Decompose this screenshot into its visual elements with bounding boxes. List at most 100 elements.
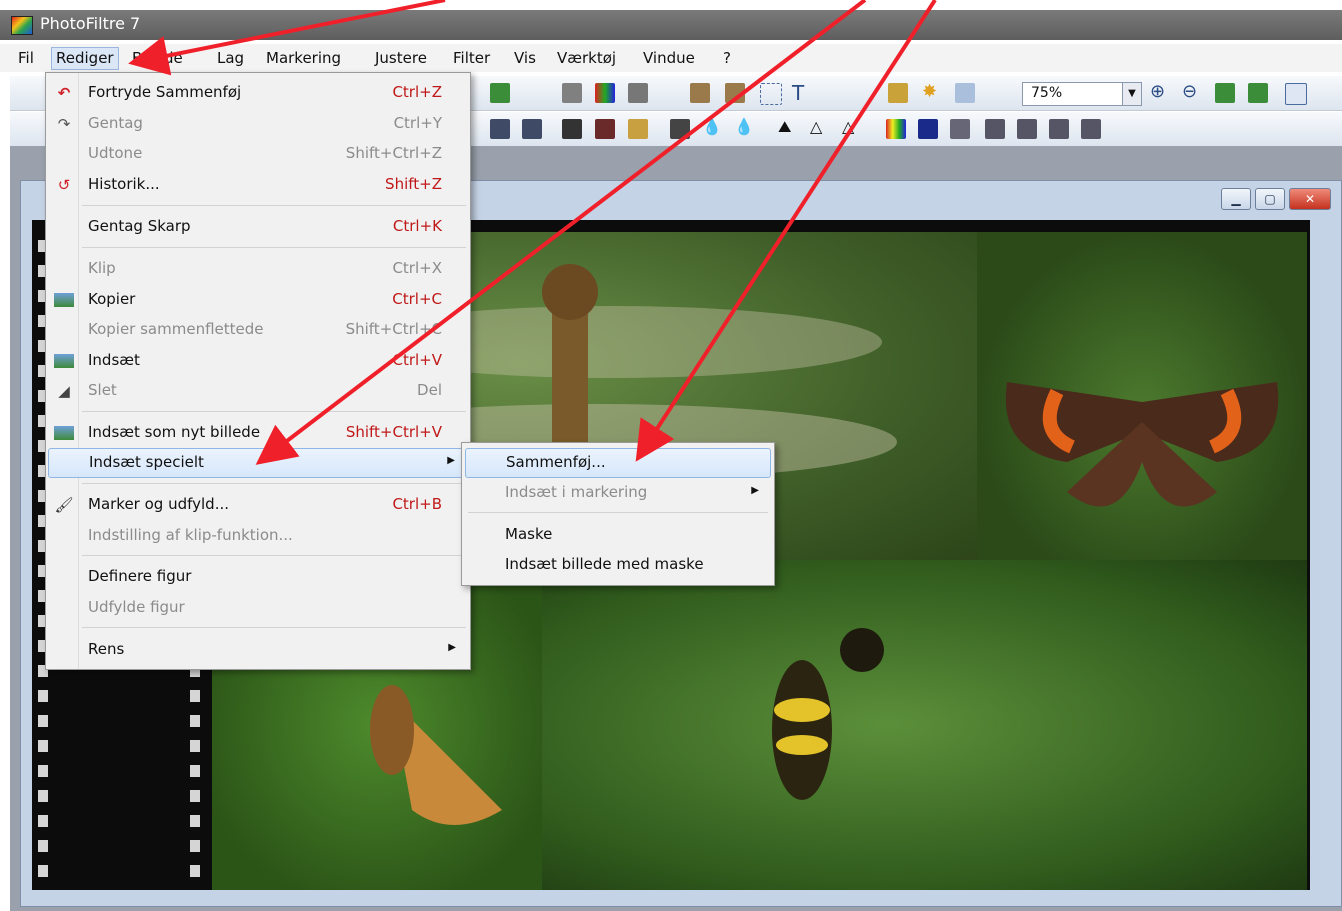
menu-rediger[interactable]: Rediger [51,47,119,70]
film-hole [190,815,200,827]
paste-icon [54,354,74,368]
film-hole [38,790,48,802]
chevron-down-icon[interactable]: ▼ [1122,83,1141,105]
menu-separator [82,627,466,628]
menu-vindue[interactable]: Vindue [643,49,695,67]
menu-item-select-fill[interactable]: 🖌 Marker og udfyld... Ctrl+B [48,491,466,519]
menu-separator [82,247,466,248]
menu-item-define-shape[interactable]: Definere figur [48,563,466,591]
mountain-icon[interactable]: ⛰ [778,117,798,137]
submenu-arrow-icon: ▶ [447,455,455,466]
photo-hoverfly [542,560,1307,890]
submenu-arrow-icon: ▶ [448,642,456,653]
drop-icon[interactable]: 💧 [702,117,722,137]
zoom-out-icon[interactable]: ⊖ [1182,81,1202,102]
film-hole [38,865,48,877]
grid-filter-2-icon[interactable] [595,119,615,139]
menu-item-cut[interactable]: Klip Ctrl+X [48,255,466,283]
text-icon[interactable]: T [792,81,812,105]
grid-filter-icon[interactable] [562,119,582,139]
layer-icon[interactable] [562,83,582,103]
blue-tone-icon[interactable] [918,119,938,139]
frame-4-icon[interactable] [1081,119,1101,139]
menu-lag[interactable]: Lag [217,49,244,67]
menu-vis[interactable]: Vis [514,49,536,67]
submenu-item-paste-in-selection[interactable]: Indsæt i markering ▶ [465,479,769,507]
edit-menu: ↶ Fortryde Sammenføj Ctrl+Z ↷ Gentag Ctr… [45,72,471,670]
fit-image-icon[interactable] [1215,83,1235,103]
app-logo-icon [11,16,33,35]
menu-separator [82,555,466,556]
sharpen-icon[interactable] [670,119,690,139]
copy-image-icon[interactable] [690,83,710,103]
film-hole [190,790,200,802]
paste-special-submenu: Sammenføj... Indsæt i markering ▶ Maske … [461,442,775,586]
film-hole [190,740,200,752]
fullscreen-icon[interactable] [1285,83,1307,105]
menu-item-paste[interactable]: Indsæt Ctrl+V [48,347,466,375]
frame-3-icon[interactable] [1049,119,1069,139]
submenu-item-paste-with-mask[interactable]: Indsæt billede med maske [465,551,769,579]
image-icon[interactable] [490,83,510,103]
window-controls: ▁ ▢ ✕ [1217,188,1331,210]
grayscale-icon[interactable] [950,119,970,139]
menu-item-copy[interactable]: Kopier Ctrl+C [48,286,466,314]
menu-markering[interactable]: Markering [266,49,341,67]
star-icon[interactable]: ✸ [922,81,942,102]
menu-item-copy-merged[interactable]: Kopier sammenflettede Shift+Ctrl+C [48,316,466,344]
menu-item-paste-as-new[interactable]: Indsæt som nyt billede Shift+Ctrl+V [48,419,466,447]
paste-image-icon[interactable] [725,83,745,103]
minimize-button[interactable]: ▁ [1221,188,1251,210]
layers-icon[interactable] [888,83,908,103]
triangle-icon[interactable]: △ [810,117,830,137]
submenu-item-merge[interactable]: Sammenføj... [465,448,771,478]
menu-item-paste-special[interactable]: Indsæt specielt ▶ [48,448,466,478]
eraser-icon: ◢ [58,382,70,400]
window-icon[interactable] [955,83,975,103]
film-hole [38,690,48,702]
menu-bar: Fil Rediger Billede Lag Markering Juster… [0,44,1342,72]
drops-icon[interactable]: 💧 [734,117,754,137]
menu-item-repeat-sharpen[interactable]: Gentag Skarp Ctrl+K [48,213,466,241]
color-grid-icon[interactable] [595,83,615,103]
menu-item-redo[interactable]: ↷ Gentag Ctrl+Y [48,110,466,138]
zoom-select[interactable]: 75% ▼ [1022,82,1142,106]
menu-item-clean[interactable]: Rens ▶ [48,636,466,664]
actual-size-icon[interactable] [1248,83,1268,103]
menu-fil[interactable]: Fil [18,49,34,67]
menu-item-history[interactable]: ↺ Historik... Shift+Z [48,171,466,199]
frame-icon[interactable] [985,119,1005,139]
film-hole [190,690,200,702]
menu-separator [82,205,466,206]
menu-separator [468,512,768,513]
close-button[interactable]: ✕ [1289,188,1331,210]
menu-item-fill-shape[interactable]: Udfylde figur [48,594,466,622]
filter-icon[interactable] [628,83,648,103]
film-hole [190,840,200,852]
app-title: PhotoFiltre 7 [40,14,141,33]
selection-icon[interactable] [760,83,782,105]
submenu-item-mask[interactable]: Maske [465,521,769,549]
triangle-2-icon[interactable]: △ [842,117,862,137]
menu-help[interactable]: ? [723,49,731,67]
frame-2-icon[interactable] [1017,119,1037,139]
rgb-icon[interactable] [886,119,906,139]
film-hole [38,715,48,727]
menu-item-clip-settings[interactable]: Indstilling af klip-funktion... [48,522,466,550]
menu-vaerktoej[interactable]: Værktøj [557,49,616,67]
zoom-in-icon[interactable]: ⊕ [1150,81,1170,102]
menu-justere[interactable]: Justere [375,49,427,67]
auto-contrast-icon[interactable] [522,119,542,139]
menu-item-fade[interactable]: Udtone Shift+Ctrl+Z [48,140,466,168]
menu-item-undo[interactable]: ↶ Fortryde Sammenføj Ctrl+Z [48,79,466,107]
film-hole [38,765,48,777]
menu-filter[interactable]: Filter [453,49,490,67]
title-bar: PhotoFiltre 7 [0,10,1342,40]
grid-filter-3-icon[interactable] [628,119,648,139]
film-hole [190,865,200,877]
copy-icon [54,293,74,307]
menu-billede[interactable]: Billede [132,49,183,67]
maximize-button[interactable]: ▢ [1255,188,1285,210]
menu-item-delete[interactable]: ◢ Slet Del [48,377,466,405]
auto-levels-icon[interactable] [490,119,510,139]
